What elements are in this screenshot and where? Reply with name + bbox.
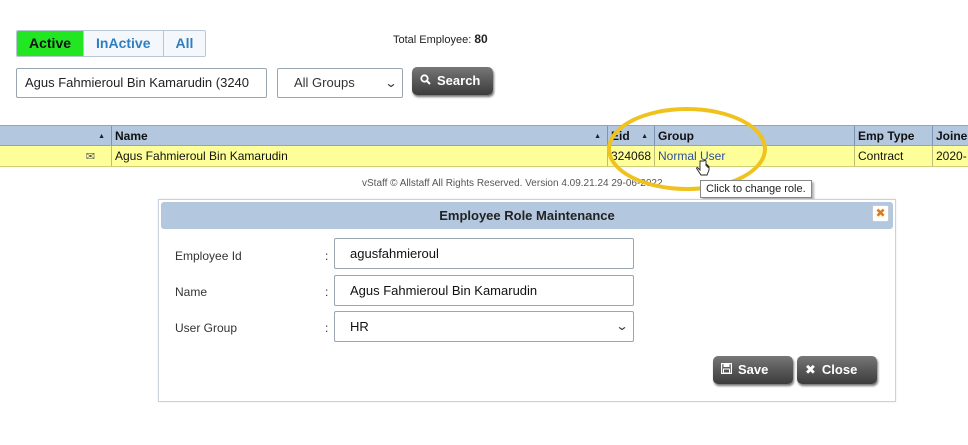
status-filter-tabs: Active InActive All <box>16 30 207 57</box>
change-role-link[interactable]: Normal User <box>658 149 725 163</box>
footer-copyright: vStaff © Allstaff All Rights Reserved. V… <box>362 178 663 189</box>
group-filter-value: All Groups <box>294 75 355 90</box>
employee-id-field[interactable]: agusfahmieroul <box>334 238 634 269</box>
colon-separator: : <box>325 249 329 263</box>
close-icon: ✖ <box>805 362 816 377</box>
column-header-group[interactable]: Group <box>655 126 855 145</box>
column-header-emp-type[interactable]: Emp Type <box>855 126 933 145</box>
cell-joined: 2020- <box>936 149 967 163</box>
search-button-label: Search <box>437 73 481 88</box>
sort-asc-icon: ▲ <box>98 133 105 140</box>
sort-asc-icon: ▲ <box>641 133 648 140</box>
total-employee-label: Total Employee: <box>393 34 472 46</box>
table-header-row: ▲ Name ▲ Eid ▲ Group Emp Type Joine <box>0 125 968 146</box>
close-button-label: Close <box>821 362 858 377</box>
change-role-tooltip: Click to change role. <box>700 180 812 198</box>
cell-group-link[interactable]: Normal User <box>655 146 855 166</box>
column-header-eid[interactable]: Eid ▲ <box>608 126 655 145</box>
dialog-close-icon[interactable]: ✖ <box>872 205 889 222</box>
employee-search-input[interactable]: Agus Fahmieroul Bin Kamarudin (3240 <box>16 68 267 98</box>
colon-separator: : <box>325 285 329 299</box>
dialog-title: Employee Role Maintenance <box>161 202 893 229</box>
save-button[interactable]: Save <box>713 356 793 384</box>
user-group-value: HR <box>350 319 369 334</box>
hand-pointer-icon <box>696 159 710 183</box>
user-group-label: User Group <box>175 321 238 335</box>
column-header-name[interactable]: Name ▲ <box>112 126 608 145</box>
cell-eid: 324068 <box>608 146 655 166</box>
cell-emp-type: Contract <box>855 146 933 166</box>
column-header-joined[interactable]: Joine <box>933 126 968 145</box>
total-employee: Total Employee: 80 <box>393 32 488 46</box>
user-group-select[interactable]: HR ⌄ <box>334 311 634 342</box>
total-employee-count: 80 <box>474 32 488 46</box>
tab-all[interactable]: All <box>163 31 206 56</box>
search-button[interactable]: Search <box>412 67 493 95</box>
group-filter-select[interactable]: All Groups ⌄ <box>277 68 403 98</box>
tab-active[interactable]: Active <box>17 31 85 56</box>
search-icon <box>420 67 431 94</box>
envelope-icon[interactable]: ✉ <box>0 146 112 166</box>
close-button[interactable]: ✖ Close <box>797 356 877 384</box>
name-label: Name <box>175 285 208 299</box>
name-field[interactable]: Agus Fahmieroul Bin Kamarudin <box>334 275 634 306</box>
save-icon <box>720 356 733 383</box>
tab-inactive[interactable]: InActive <box>84 31 164 56</box>
column-header-icon[interactable]: ▲ <box>0 126 112 145</box>
save-button-label: Save <box>738 362 769 377</box>
cell-name: Agus Fahmieroul Bin Kamarudin <box>112 146 608 166</box>
employee-id-label: Employee Id <box>175 249 242 263</box>
colon-separator: : <box>325 321 329 335</box>
employee-role-dialog: Employee Role Maintenance ✖ Employee Id … <box>158 199 896 402</box>
table-row[interactable]: ✉ Agus Fahmieroul Bin Kamarudin 324068 N… <box>0 146 968 167</box>
chevron-down-icon: ⌄ <box>615 319 629 333</box>
sort-asc-icon: ▲ <box>594 133 601 140</box>
chevron-down-icon: ⌄ <box>384 76 398 90</box>
